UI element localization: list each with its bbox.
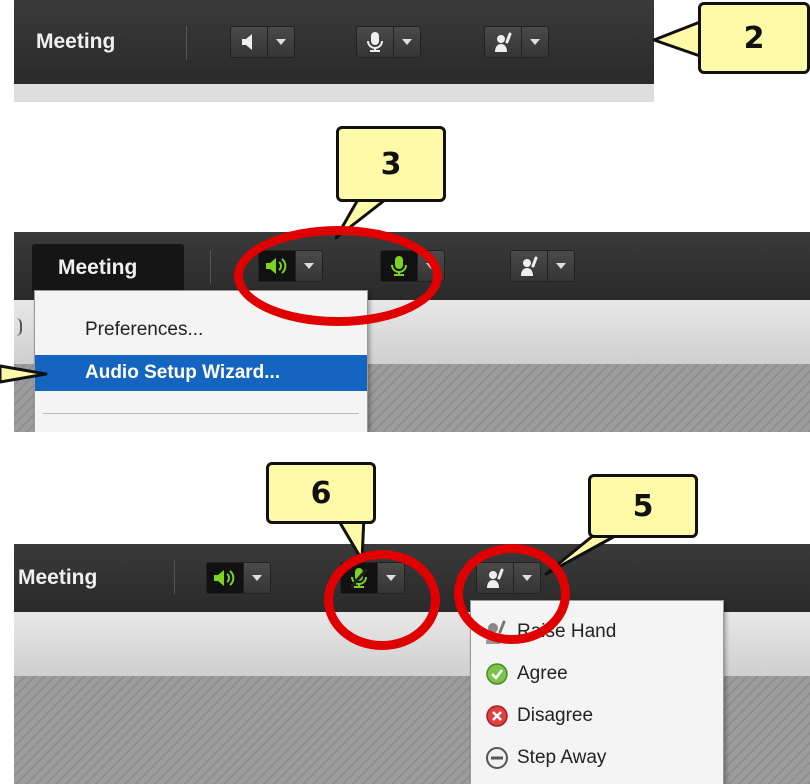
meeting-menu-label[interactable]: Meeting — [58, 256, 137, 280]
menu-item-agree[interactable]: Agree — [471, 657, 723, 691]
menu-item-audio-setup-wizard[interactable]: Audio Setup Wizard... — [35, 355, 367, 391]
callout-3: 3 — [336, 126, 446, 202]
raise-hand-dropdown[interactable] — [521, 27, 548, 57]
content-strip — [14, 84, 654, 102]
disagree-x-icon — [486, 705, 508, 727]
speaker-dropdown[interactable] — [267, 27, 294, 57]
microphone-button[interactable] — [356, 26, 421, 58]
agree-check-icon — [486, 663, 508, 685]
raise-hand-icon[interactable] — [485, 27, 521, 57]
speaker-active-icon[interactable] — [207, 563, 243, 593]
left-edge-glyph — [14, 318, 22, 336]
menu-item-step-away[interactable]: Step Away — [471, 741, 723, 775]
microphone-icon[interactable] — [357, 27, 393, 57]
highlight-ring-status — [454, 544, 570, 644]
raise-hand-button[interactable] — [484, 26, 549, 58]
highlight-ring-mic-muted — [324, 550, 440, 650]
speaker-icon[interactable] — [231, 27, 267, 57]
callout-6: 6 — [266, 462, 376, 524]
menu-divider — [43, 413, 359, 414]
raise-hand-icon[interactable] — [511, 251, 547, 281]
raise-hand-button[interactable] — [510, 250, 575, 282]
microphone-dropdown[interactable] — [393, 27, 420, 57]
callout-2: 2 — [698, 2, 810, 74]
menu-item-label: Step Away — [517, 747, 607, 768]
meeting-menu-label[interactable]: Meeting — [36, 30, 115, 54]
step-away-icon — [486, 747, 508, 769]
speaker-dropdown[interactable] — [243, 563, 270, 593]
highlight-ring-speaker — [234, 226, 442, 326]
separator — [186, 26, 187, 60]
menu-item-label: Disagree — [517, 705, 594, 726]
meeting-menu-label[interactable]: Meeting — [18, 566, 97, 590]
speaker-button[interactable] — [230, 26, 295, 58]
separator — [174, 560, 175, 594]
callout-5: 5 — [588, 474, 698, 538]
menu-item-label: Agree — [517, 663, 568, 684]
speaker-button[interactable] — [206, 562, 271, 594]
separator — [210, 250, 211, 284]
menu-item-disagree[interactable]: Disagree — [471, 699, 723, 733]
panel-top: Meeting — [14, 0, 654, 102]
toolbar: Meeting — [14, 0, 654, 84]
raise-hand-dropdown[interactable] — [547, 251, 574, 281]
